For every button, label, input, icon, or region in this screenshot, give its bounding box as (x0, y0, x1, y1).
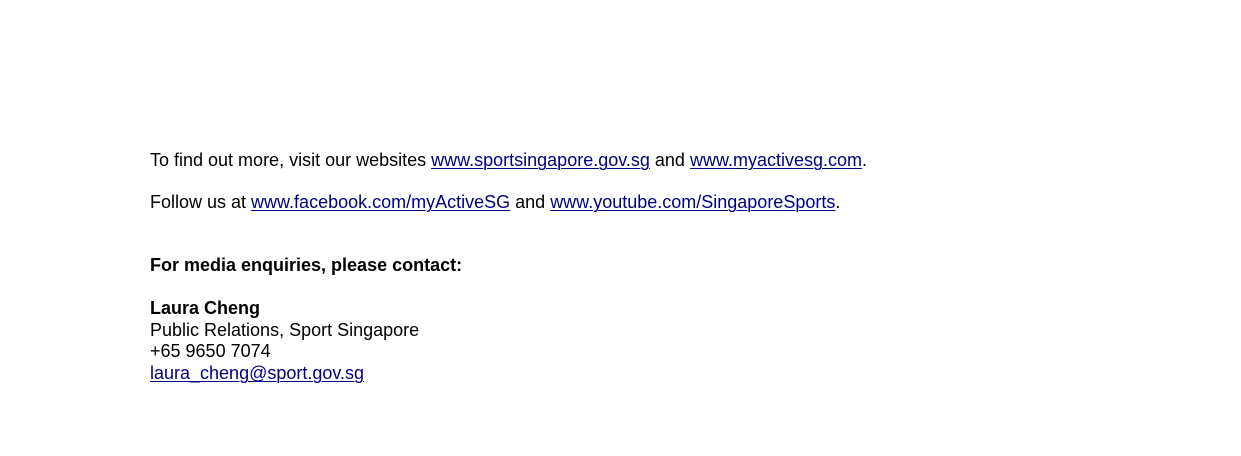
social-and-text: and (510, 192, 551, 212)
websites-prefix-text: To find out more, visit our websites (150, 150, 432, 170)
sportsingapore-link[interactable]: www.sportsingapore.gov.sg (431, 150, 650, 170)
media-enquiries-heading: For media enquiries, please contact: (150, 255, 463, 275)
websites-paragraph: To find out more, visit our websites www… (150, 149, 867, 171)
websites-and-text: and (649, 150, 690, 170)
contact-title: Public Relations, Sport Singapore (150, 320, 420, 340)
myactivesg-link[interactable]: www.myactivesg.com (690, 150, 862, 170)
contact-email-link[interactable]: laura_cheng@sport.gov.sg (150, 363, 364, 383)
contact-phone: +65 9650 7074 (150, 341, 271, 361)
social-period-text: . (835, 192, 841, 212)
facebook-link[interactable]: www.facebook.com/myActiveSG (251, 192, 510, 212)
social-prefix-text: Follow us at (150, 192, 252, 212)
social-paragraph: Follow us at www.facebook.com/myActiveSG… (150, 191, 840, 213)
contact-name: Laura Cheng (150, 298, 261, 318)
websites-period-text: . (862, 150, 868, 170)
youtube-link[interactable]: www.youtube.com/SingaporeSports (550, 192, 835, 212)
contact-email-row: laura_cheng@sport.gov.sg (150, 362, 364, 384)
